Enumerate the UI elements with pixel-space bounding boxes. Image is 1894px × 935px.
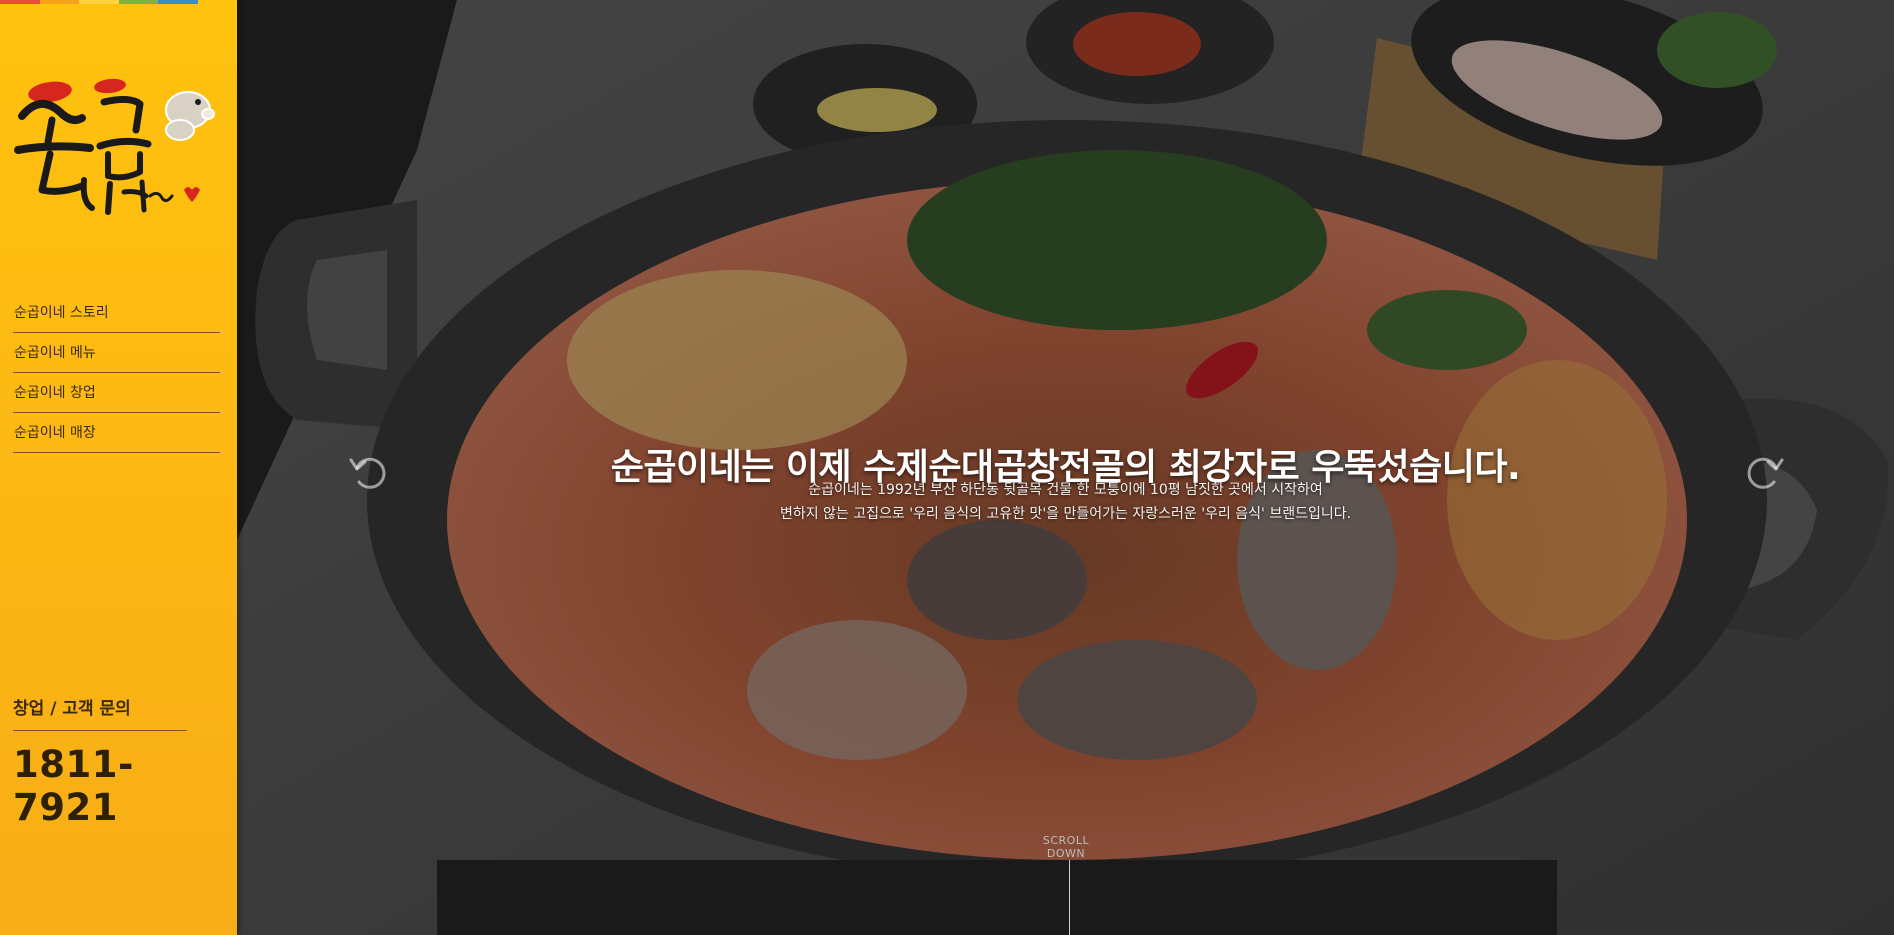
next-slide-button[interactable]	[1740, 448, 1788, 496]
main-nav: 순곱이네 스토리 순곱이네 메뉴 순곱이네 창업 순곱이네 매장	[13, 293, 220, 453]
nav-item-story[interactable]: 순곱이네 스토리	[13, 293, 220, 333]
sidebar: 순곱이네 스토리 순곱이네 메뉴 순곱이네 창업 순곱이네 매장 창업 / 고객…	[0, 0, 237, 935]
nav-item-menu[interactable]: 순곱이네 메뉴	[13, 333, 220, 373]
brand-logo[interactable]	[12, 72, 222, 222]
color-strip	[0, 0, 237, 4]
hero-description-line: 순곱이네는 1992년 부산 하단동 뒷골목 건물 한 모퉁이에 10평 남짓한…	[808, 482, 1323, 498]
hero-description: 순곱이네는 1992년 부산 하단동 뒷골목 건물 한 모퉁이에 10평 남짓한…	[237, 478, 1894, 526]
rotate-right-icon	[1747, 457, 1784, 489]
scroll-down-label[interactable]: SCROLL DOWN	[1026, 834, 1106, 860]
brand-logo-image	[14, 78, 215, 215]
contact-phone[interactable]: 1811-7921	[13, 743, 237, 829]
scroll-down-line	[1069, 860, 1070, 935]
contact-label: 창업 / 고객 문의	[13, 699, 131, 719]
prev-slide-button[interactable]	[345, 448, 393, 496]
rotate-left-icon	[349, 457, 386, 489]
contact-divider	[13, 730, 187, 731]
nav-item-stores[interactable]: 순곱이네 매장	[13, 413, 220, 453]
hero-slider: 순곱이네는 이제 수제순대곱창전골의 최강자로 우뚝섰습니다. 순곱이네는 19…	[237, 0, 1894, 935]
hero-description-line: 변하지 않는 고집으로 '우리 음식의 고유한 맛'을 만들어가는 자랑스러운 …	[779, 506, 1352, 522]
nav-item-franchise[interactable]: 순곱이네 창업	[13, 373, 220, 413]
